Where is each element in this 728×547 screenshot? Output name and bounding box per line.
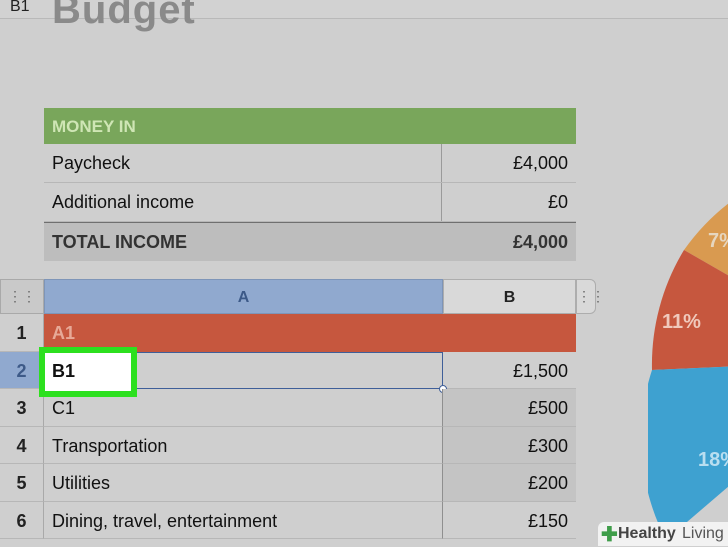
watermark: ✚ Healthy Living bbox=[598, 522, 728, 546]
row-number[interactable]: 4 bbox=[0, 426, 44, 464]
column-divider bbox=[441, 144, 442, 182]
watermark-text-2: Living bbox=[682, 525, 724, 542]
pie-label-11: 11% bbox=[662, 311, 701, 333]
drag-grip-icon[interactable]: ⋮⋮ bbox=[0, 279, 44, 314]
total-value: £4,000 bbox=[512, 232, 568, 252]
table-row: 6 Dining, travel, entertainment £150 bbox=[0, 501, 600, 539]
sheet-title: Budget bbox=[52, 0, 196, 32]
pie-label-7: 7% bbox=[708, 230, 728, 252]
table-row: 1 A1 bbox=[0, 314, 600, 352]
row-value: £4,000 bbox=[512, 153, 568, 173]
column-header-bar: ⋮⋮ A B ⋮⋮ bbox=[0, 279, 605, 314]
cell-b[interactable]: £500 bbox=[443, 389, 576, 427]
total-label: TOTAL INCOME bbox=[52, 232, 187, 252]
cell-b[interactable]: £1,500 bbox=[443, 352, 576, 389]
cell-b[interactable]: £300 bbox=[443, 426, 576, 464]
plus-icon: ✚ bbox=[601, 524, 618, 546]
column-resize-grip-icon[interactable]: ⋮⋮ bbox=[576, 279, 605, 314]
column-divider bbox=[441, 183, 442, 221]
row-number[interactable]: 1 bbox=[0, 314, 44, 352]
cell-a[interactable]: Dining, travel, entertainment bbox=[44, 501, 443, 539]
row-value: £0 bbox=[547, 192, 568, 212]
cell-b[interactable]: £200 bbox=[443, 464, 576, 502]
cell-a[interactable]: Transportation bbox=[44, 426, 443, 464]
row-label: Additional income bbox=[52, 192, 195, 212]
cell-a[interactable]: Utilities bbox=[44, 464, 443, 502]
watermark-text-1: Healthy bbox=[618, 525, 676, 542]
table-row[interactable]: Paycheck £4,000 bbox=[44, 144, 576, 183]
cell-editor[interactable]: B1 bbox=[39, 347, 137, 397]
row-number[interactable]: 6 bbox=[0, 501, 44, 539]
row-label: Paycheck bbox=[52, 153, 131, 173]
money-in-table: MONEY IN Paycheck £4,000 Additional inco… bbox=[44, 108, 576, 261]
column-header-b[interactable]: B bbox=[443, 279, 576, 314]
cell-reference: B1 bbox=[10, 0, 30, 15]
table-row: 4 Transportation £300 bbox=[0, 426, 600, 464]
table-row[interactable]: Additional income £0 bbox=[44, 183, 576, 222]
money-in-header: MONEY IN bbox=[44, 108, 576, 144]
column-header-a[interactable]: A bbox=[44, 279, 443, 314]
spreadsheet-grid: ⋮⋮ A B ⋮⋮ 1 A1 2 £1,500 3 C1 £500 4 Tran… bbox=[0, 279, 605, 546]
cell-a[interactable]: A1 bbox=[44, 314, 576, 352]
pie-label-18: 18% bbox=[698, 449, 728, 471]
row-number[interactable]: 2 bbox=[0, 351, 44, 389]
cell-b[interactable]: £150 bbox=[443, 502, 576, 539]
table-row: 5 Utilities £200 bbox=[0, 464, 600, 502]
pie-chart: 7% 11% 18% bbox=[648, 203, 728, 540]
total-row[interactable]: TOTAL INCOME £4,000 bbox=[44, 222, 576, 261]
row-number[interactable]: 3 bbox=[0, 389, 44, 427]
row-number[interactable]: 5 bbox=[0, 464, 44, 502]
cell-editor-text[interactable]: B1 bbox=[52, 361, 75, 382]
